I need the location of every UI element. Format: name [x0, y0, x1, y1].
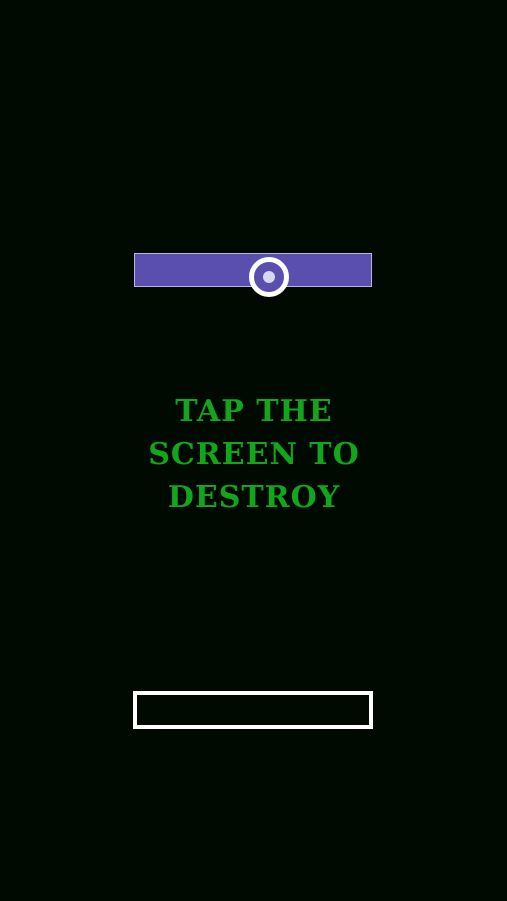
target-core [263, 271, 275, 283]
bottom-outline-bar [133, 691, 373, 729]
instruction-text: TAP THE SCREEN TO DESTROY [148, 394, 360, 515]
game-screen[interactable]: TAP THE SCREEN TO DESTROY [0, 0, 507, 901]
ring-target-icon[interactable] [249, 257, 289, 297]
